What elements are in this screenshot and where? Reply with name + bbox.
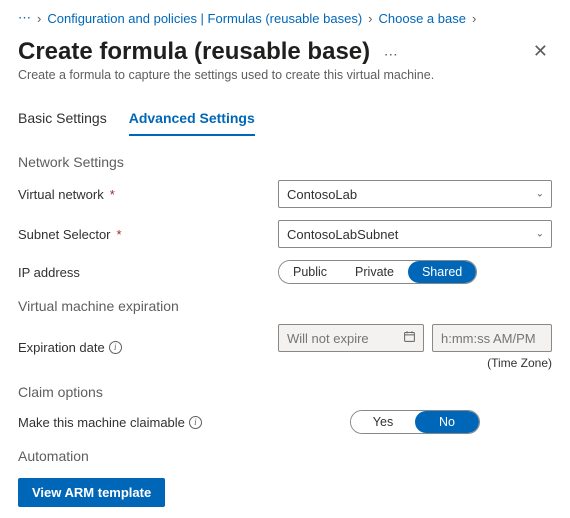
chevron-right-icon: › [368, 11, 372, 26]
timezone-note: (Time Zone) [278, 356, 552, 370]
section-automation: Automation [18, 448, 552, 464]
section-network: Network Settings [18, 154, 552, 170]
virtual-network-select[interactable]: ContosoLab [278, 180, 552, 208]
label-expiration-date: Expiration date i [18, 340, 278, 355]
breadcrumb: ⋯ › Configuration and policies | Formula… [18, 10, 552, 26]
chevron-right-icon: › [37, 11, 41, 26]
more-actions-button[interactable]: ⋯ [384, 46, 400, 62]
breadcrumb-overflow[interactable]: ⋯ [18, 10, 31, 26]
tab-basic-settings[interactable]: Basic Settings [18, 106, 107, 136]
section-expiration: Virtual machine expiration [18, 298, 552, 314]
label-subnet-selector: Subnet Selector* [18, 227, 278, 242]
ip-option-shared[interactable]: Shared [408, 261, 476, 283]
claimable-yes[interactable]: Yes [351, 411, 415, 433]
close-icon[interactable]: ✕ [529, 38, 552, 64]
expiration-date-input[interactable] [278, 324, 424, 352]
view-arm-template-button[interactable]: View ARM template [18, 478, 165, 507]
label-claimable: Make this machine claimable i [18, 415, 278, 430]
breadcrumb-link-config[interactable]: Configuration and policies | Formulas (r… [47, 11, 362, 26]
ip-option-private[interactable]: Private [341, 261, 408, 283]
label-virtual-network: Virtual network* [18, 187, 278, 202]
ip-option-public[interactable]: Public [279, 261, 341, 283]
expiration-time-input[interactable] [432, 324, 552, 352]
page-title: Create formula (reusable base) [18, 38, 370, 66]
ip-address-toggle: Public Private Shared [278, 260, 477, 284]
info-icon[interactable]: i [109, 341, 122, 354]
breadcrumb-link-choose-base[interactable]: Choose a base [379, 11, 466, 26]
info-icon[interactable]: i [189, 416, 202, 429]
label-ip-address: IP address [18, 265, 278, 280]
tab-advanced-settings[interactable]: Advanced Settings [129, 106, 255, 136]
claimable-toggle: Yes No [350, 410, 480, 434]
page-subtitle: Create a formula to capture the settings… [18, 68, 552, 82]
chevron-right-icon: › [472, 11, 476, 26]
claimable-no[interactable]: No [415, 411, 479, 433]
subnet-select[interactable]: ContosoLabSubnet [278, 220, 552, 248]
section-claim: Claim options [18, 384, 552, 400]
settings-tabs: Basic Settings Advanced Settings [18, 106, 552, 136]
